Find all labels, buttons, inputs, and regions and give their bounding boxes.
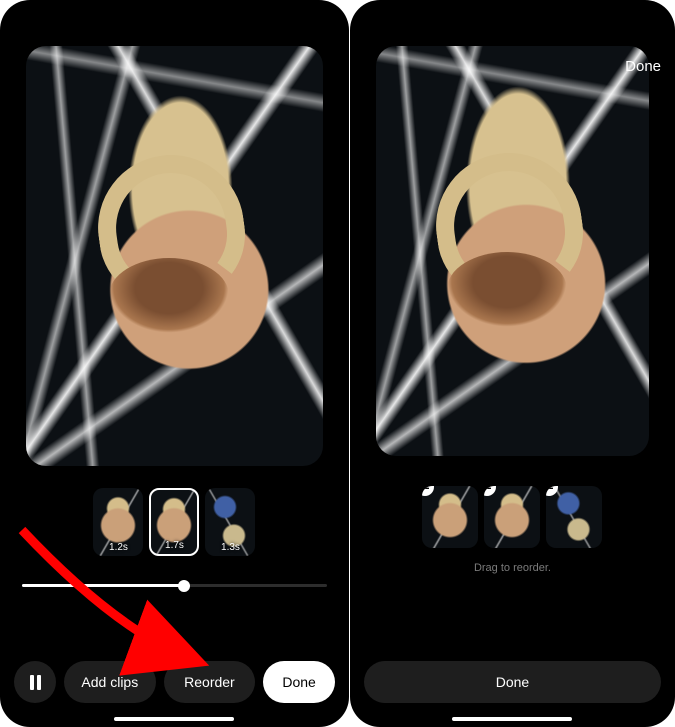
remove-clip-icon[interactable]: – (546, 486, 558, 496)
remove-clip-icon[interactable]: – (422, 486, 434, 496)
scrubber-fill (22, 584, 184, 587)
video-preview[interactable] (26, 46, 323, 466)
phone-reorder-clips: Done – – – Drag to reorder. Done (350, 0, 675, 727)
clip-thumbnails: 1.2s 1.7s 1.3s (0, 488, 349, 556)
scrubber[interactable] (22, 584, 327, 587)
clip-thumb-1[interactable]: 1.2s (93, 488, 143, 556)
clip-duration: 1.2s (93, 542, 143, 553)
pause-button[interactable] (14, 661, 56, 703)
clip-thumb-2[interactable]: 1.7s (149, 488, 199, 556)
clip-thumb-3[interactable]: 1.3s (205, 488, 255, 556)
home-indicator (452, 717, 572, 721)
reorder-button[interactable]: Reorder (164, 661, 256, 703)
clip-duration: 1.3s (205, 542, 255, 553)
clip-duration: 1.7s (151, 540, 197, 551)
phone-edit-clips: 1.2s 1.7s 1.3s Add clips Reorder Done (0, 0, 349, 727)
pause-icon (30, 675, 41, 690)
done-top-button[interactable]: Done (625, 58, 661, 75)
bottom-controls: Done (364, 661, 661, 703)
add-clips-button[interactable]: Add clips (64, 661, 156, 703)
remove-clip-icon[interactable]: – (484, 486, 496, 496)
clip-thumbnails: – – – (350, 478, 675, 548)
clip-thumb-1[interactable]: – (422, 486, 478, 548)
clip-thumb-2[interactable]: – (484, 486, 540, 548)
bottom-controls: Add clips Reorder Done (14, 661, 335, 703)
reorder-hint: Drag to reorder. (350, 562, 675, 574)
done-button[interactable]: Done (364, 661, 661, 703)
scrubber-knob[interactable] (178, 580, 190, 592)
video-preview[interactable] (376, 46, 649, 456)
clip-thumb-3[interactable]: – (546, 486, 602, 548)
home-indicator (114, 717, 234, 721)
done-button[interactable]: Done (263, 661, 335, 703)
